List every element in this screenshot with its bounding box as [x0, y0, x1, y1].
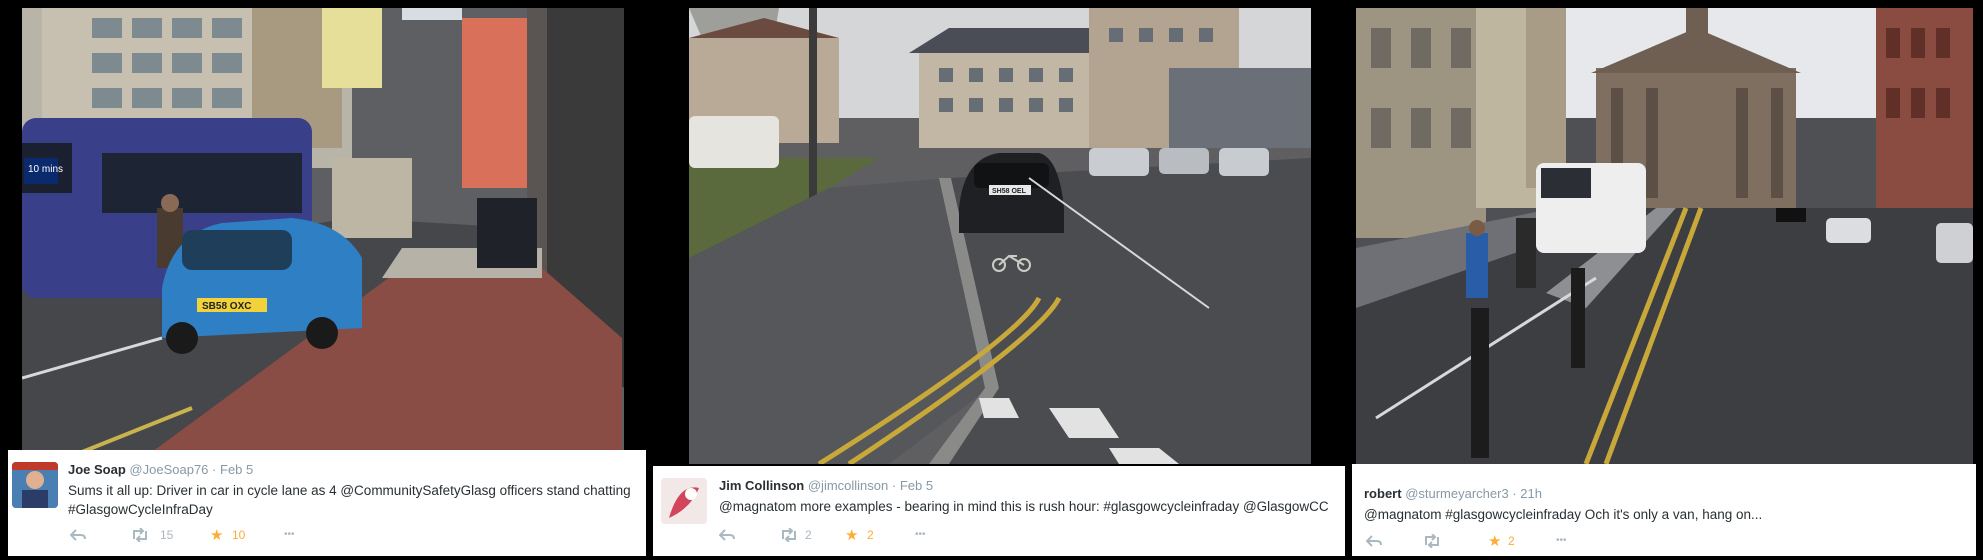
retweet-icon[interactable]: [1422, 533, 1442, 551]
favorite-star-icon[interactable]: ★: [210, 526, 223, 544]
tweet-card-3[interactable]: robert @sturmeyarcher3 · 21h @magnatom #…: [1352, 464, 1976, 556]
retweet-count: 2: [805, 528, 812, 542]
tweet-separator: ·: [212, 462, 217, 477]
photo-panel-2: SH58 OEL: [689, 8, 1311, 464]
tweet-card-2[interactable]: Jim Collinson @jimcollinson · Feb 5 @mag…: [653, 466, 1345, 556]
reply-icon[interactable]: [1365, 534, 1382, 551]
tweet-text-line2: #GlasgowCycleInfraDay: [68, 502, 213, 517]
tweet-text-line1: @magnatom more examples - bearing in min…: [719, 499, 1329, 514]
favorite-count: 10: [232, 528, 246, 542]
tweet-author-name[interactable]: Jim Collinson: [719, 478, 804, 493]
tweet-date[interactable]: 21h: [1520, 486, 1542, 501]
tweet-author-name[interactable]: robert: [1364, 486, 1402, 501]
tweet-handle[interactable]: @JoeSoap76: [129, 462, 208, 477]
tweet-actions: 15 ★ 10 •••: [69, 526, 370, 545]
photo-panel-3: [1356, 8, 1973, 464]
tweet-separator: ·: [1512, 486, 1517, 501]
more-dots-icon[interactable]: •••: [284, 529, 295, 540]
street-photo-3: [1356, 8, 1973, 464]
reply-icon[interactable]: [69, 528, 86, 545]
retweet-icon[interactable]: [130, 527, 150, 545]
favorite-star-icon[interactable]: ★: [1488, 532, 1501, 550]
tweet-actions: ★ 2 •••: [1365, 532, 1666, 551]
retweet-count: 15: [160, 528, 174, 542]
photo-panel-1: 10 mins SB58 OXC: [22, 8, 624, 452]
tweet-handle[interactable]: @jimcollinson: [808, 478, 888, 493]
tweet-actions: 2 ★ 2 •••: [718, 526, 1019, 545]
street-photo-2: SH58 OEL: [689, 8, 1311, 464]
favorite-count: 2: [867, 528, 874, 542]
license-plate-middle: SH58 OEL: [992, 188, 1027, 195]
avatar-joe-soap[interactable]: [12, 462, 58, 508]
license-plate-left: SB58 OXC: [202, 301, 251, 312]
tweet-handle[interactable]: @sturmeyarcher3: [1405, 486, 1509, 501]
tweet-text-line1: Sums it all up: Driver in car in cycle l…: [68, 483, 631, 498]
more-dots-icon[interactable]: •••: [915, 529, 926, 540]
favorite-count: 2: [1508, 534, 1515, 548]
avatar-jim-collinson[interactable]: [661, 478, 707, 524]
retweet-icon[interactable]: [779, 527, 799, 545]
tweet-date[interactable]: Feb 5: [900, 478, 933, 493]
bus-sign-text: 10 mins: [28, 164, 63, 175]
tweet-card-1[interactable]: Joe Soap @JoeSoap76 · Feb 5 Sums it all …: [8, 450, 646, 556]
tweet-separator: ·: [891, 478, 897, 493]
street-photo-1: 10 mins SB58 OXC: [22, 8, 624, 452]
tweet-date[interactable]: Feb 5: [220, 462, 253, 477]
reply-icon[interactable]: [718, 528, 735, 545]
tweet-author-name[interactable]: Joe Soap: [68, 462, 126, 477]
tweet-text-line1: @magnatom #glasgowcycleinfraday Och it's…: [1364, 507, 1763, 522]
more-dots-icon[interactable]: •••: [1556, 535, 1567, 546]
favorite-star-icon[interactable]: ★: [845, 526, 858, 544]
